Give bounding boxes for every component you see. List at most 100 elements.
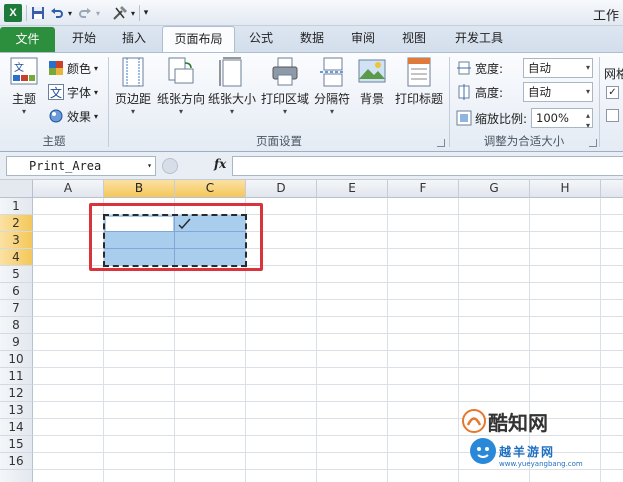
- column-header-f[interactable]: F: [388, 180, 459, 198]
- width-icon: [456, 60, 472, 76]
- row-header-overflow[interactable]: [0, 470, 33, 482]
- row-header-5[interactable]: 5: [0, 266, 33, 283]
- tab-insert[interactable]: 插入: [111, 26, 157, 52]
- tab-page-layout[interactable]: 页面布局: [162, 26, 235, 53]
- width-select[interactable]: 自动 ▾: [523, 58, 593, 78]
- worksheet-grid[interactable]: A B C D E F G H 1 2 3 4 5 6 7 8 9 10 11 …: [0, 180, 623, 482]
- scale-value: 100%: [536, 111, 569, 125]
- print-titles-label: 打印标题: [394, 92, 443, 106]
- margins-button[interactable]: 页边距 ▾: [112, 57, 154, 123]
- themes-group-label: 主题: [42, 134, 66, 148]
- width-row: 宽度:: [456, 58, 503, 78]
- svg-text:文: 文: [50, 85, 62, 100]
- tools-dropdown-icon[interactable]: ▾: [129, 4, 137, 22]
- tab-developer[interactable]: 开发工具: [442, 26, 516, 52]
- redo-icon[interactable]: [78, 4, 92, 22]
- row-header-16[interactable]: 16: [0, 453, 33, 470]
- quick-access-divider: [26, 5, 27, 21]
- name-box-dropdown-icon[interactable]: ▾: [147, 157, 152, 175]
- size-label: 纸张大小: [208, 92, 257, 106]
- colors-label: 颜色: [67, 61, 92, 76]
- grid-line: [600, 198, 601, 482]
- row-header-14[interactable]: 14: [0, 419, 33, 436]
- undo-icon[interactable]: [50, 4, 64, 22]
- column-header-a[interactable]: A: [33, 180, 104, 198]
- row-header-9[interactable]: 9: [0, 334, 33, 351]
- row-header-2[interactable]: 2: [0, 215, 33, 232]
- gridlines-view-checkbox[interactable]: ✓: [606, 86, 619, 99]
- row-header-10[interactable]: 10: [0, 351, 33, 368]
- row-header-3[interactable]: 3: [0, 232, 33, 249]
- row-header-6[interactable]: 6: [0, 283, 33, 300]
- column-header-d[interactable]: D: [246, 180, 317, 198]
- themes-icon: 文: [10, 57, 38, 87]
- background-button[interactable]: 背景: [355, 57, 389, 123]
- column-header-c[interactable]: C: [175, 180, 246, 198]
- fonts-icon: 文: [48, 84, 64, 100]
- scale-icon: [456, 110, 472, 126]
- breaks-label: 分隔符: [313, 92, 350, 106]
- print-area-icon: [271, 57, 299, 87]
- row-header-4[interactable]: 4: [0, 249, 33, 266]
- tools-icon[interactable]: [112, 4, 128, 22]
- row-header-1[interactable]: 1: [0, 198, 33, 215]
- colors-button[interactable]: 颜色 ▾: [48, 58, 98, 78]
- ribbon: 文 主题 ▾ 颜色 ▾ 文 字体 ▾ 效果 ▾ 主题 页边距 ▾ 纸张方向 ▾ …: [0, 52, 623, 152]
- name-box[interactable]: Print_Area ▾: [6, 156, 156, 176]
- customize-quick-access-icon[interactable]: ▾: [141, 4, 151, 22]
- row-header-8[interactable]: 8: [0, 317, 33, 334]
- column-header-b[interactable]: B: [104, 180, 175, 198]
- column-header-overflow[interactable]: [601, 180, 623, 198]
- effects-button[interactable]: 效果 ▾: [48, 106, 98, 126]
- save-icon[interactable]: [30, 4, 46, 22]
- scale-dialog-launcher-icon[interactable]: [589, 139, 597, 147]
- tab-file[interactable]: 文件: [0, 27, 55, 52]
- row-header-11[interactable]: 11: [0, 368, 33, 385]
- size-button[interactable]: 纸张大小 ▾: [208, 57, 256, 123]
- tab-formulas[interactable]: 公式: [238, 26, 284, 52]
- height-select[interactable]: 自动 ▾: [523, 82, 593, 102]
- scale-row: 缩放比例:: [456, 108, 527, 128]
- themes-dropdown-icon: ▾: [21, 107, 26, 116]
- column-header-g[interactable]: G: [459, 180, 530, 198]
- row-header-7[interactable]: 7: [0, 300, 33, 317]
- tab-data[interactable]: 数据: [288, 26, 336, 52]
- scale-spinner[interactable]: 100% ▴ ▾: [531, 108, 593, 130]
- undo-dropdown-icon[interactable]: ▾: [66, 4, 74, 22]
- tab-review[interactable]: 审阅: [340, 26, 386, 52]
- page-setup-dialog-launcher-icon[interactable]: [437, 139, 445, 147]
- formula-input[interactable]: [232, 156, 623, 176]
- print-titles-button[interactable]: 打印标题: [392, 57, 446, 123]
- redo-dropdown-icon[interactable]: ▾: [94, 4, 102, 22]
- background-label: 背景: [359, 92, 384, 106]
- margins-icon: [119, 57, 147, 87]
- name-box-value: Print_Area: [29, 159, 102, 173]
- orientation-label: 纸张方向: [156, 92, 205, 106]
- row-header-13[interactable]: 13: [0, 402, 33, 419]
- margins-dropdown-icon: ▾: [130, 107, 135, 116]
- fonts-dropdown-icon: ▾: [94, 87, 99, 97]
- print-area-button[interactable]: 打印区域 ▾: [259, 57, 311, 123]
- formula-bar-resize-handle[interactable]: [162, 158, 178, 174]
- column-header-e[interactable]: E: [317, 180, 388, 198]
- orientation-icon: [167, 57, 195, 87]
- column-header-h[interactable]: H: [530, 180, 601, 198]
- gridlines-print-checkbox[interactable]: [606, 109, 619, 122]
- excel-logo-icon: X: [4, 4, 22, 22]
- fonts-button[interactable]: 文 字体 ▾: [48, 82, 98, 102]
- row-header-15[interactable]: 15: [0, 436, 33, 453]
- select-all-corner[interactable]: [0, 180, 33, 198]
- themes-button[interactable]: 文 主题 ▾: [6, 57, 42, 123]
- width-dropdown-icon: ▾: [585, 63, 590, 72]
- grid-line: [33, 316, 623, 317]
- breaks-button[interactable]: 分隔符 ▾: [312, 57, 352, 123]
- insert-function-icon[interactable]: fx: [214, 157, 226, 171]
- row-header-12[interactable]: 12: [0, 385, 33, 402]
- margins-label: 页边距: [114, 92, 151, 106]
- group-divider: [599, 57, 600, 147]
- tab-view[interactable]: 视图: [390, 26, 438, 52]
- tab-home[interactable]: 开始: [60, 26, 108, 52]
- site-logo-icon: [470, 438, 496, 464]
- effects-dropdown-icon: ▾: [94, 111, 99, 121]
- orientation-button[interactable]: 纸张方向 ▾: [156, 57, 206, 123]
